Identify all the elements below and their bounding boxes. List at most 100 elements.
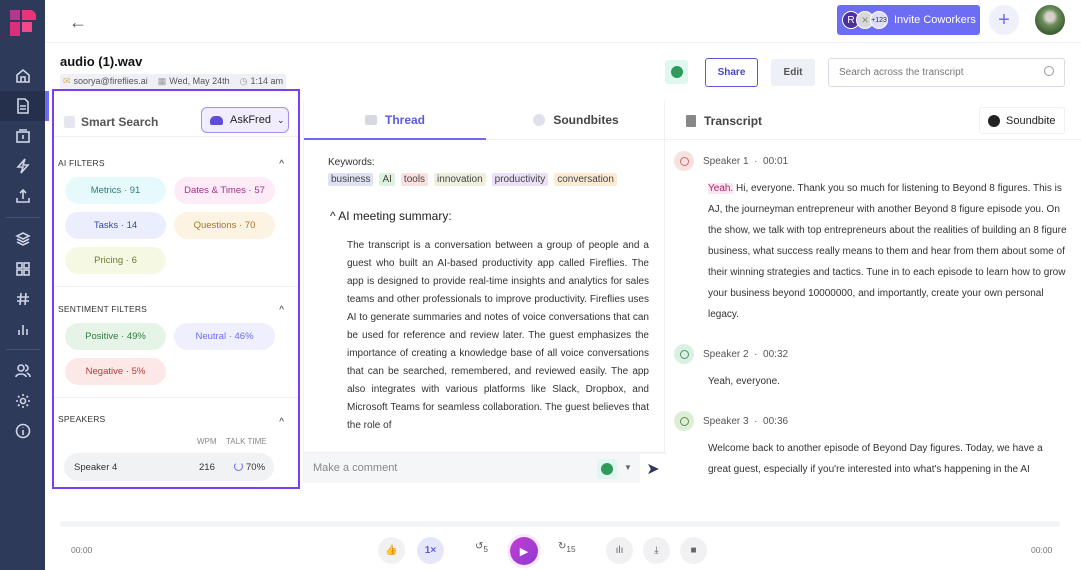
globe-icon[interactable] — [597, 459, 617, 479]
keyword-chip[interactable]: productivity — [491, 173, 549, 186]
filter-neutral[interactable]: Neutral · 46% — [174, 323, 275, 350]
notebook-icon[interactable] — [0, 91, 49, 121]
send-icon[interactable]: ➤ — [640, 454, 666, 483]
utterance-text: Hi, everyone. Thank you so much for list… — [708, 183, 1067, 320]
tab-thread-label: Thread — [384, 112, 425, 127]
back-arrow-icon[interactable]: ← — [69, 12, 87, 33]
filter-questions[interactable]: Questions · 70 — [174, 212, 275, 239]
settings-gear-icon[interactable] — [0, 386, 45, 416]
sidebar — [0, 0, 49, 570]
divider — [54, 286, 298, 287]
speaker-label[interactable]: Speaker 3 · 00:36 — [703, 416, 788, 427]
transcript-search-input[interactable]: Search across the transcript — [828, 58, 1065, 87]
edit-button[interactable]: Edit — [771, 59, 815, 86]
speaker-label[interactable]: Speaker 2 · 00:32 — [703, 349, 788, 360]
analytics-icon[interactable] — [0, 314, 45, 344]
current-time: 00:00 — [71, 545, 93, 555]
keyword-chip[interactable]: conversation — [554, 173, 617, 186]
meetings-icon[interactable] — [0, 121, 45, 151]
ai-filters-title: AI FILTERS — [58, 158, 105, 168]
filter-pricing[interactable]: Pricing · 6 — [65, 247, 166, 274]
upload-icon[interactable] — [0, 181, 45, 211]
askfred-label: AskFred — [230, 114, 271, 126]
document-icon — [686, 115, 696, 127]
share-button[interactable]: Share — [705, 58, 758, 87]
thumbs-up-icon[interactable]: 👍 — [378, 537, 405, 564]
comment-input[interactable]: Make a comment — [313, 462, 397, 474]
language-globe-button[interactable] — [665, 60, 688, 84]
clock-icon: ◷ — [239, 76, 248, 86]
comment-bar: Make a comment ▼ ➤ — [304, 452, 666, 483]
soundwave-icon[interactable]: ılı — [606, 537, 633, 564]
transcript-panel: Transcript Soundbite Speaker 1 · 00:01 Y… — [666, 101, 1081, 481]
apps-grid-icon[interactable] — [0, 254, 45, 284]
forward-label: 15 — [566, 544, 576, 554]
add-button[interactable]: + — [989, 5, 1019, 35]
utterance: Welcome back to another episode of Beyon… — [708, 443, 1043, 475]
download-icon[interactable]: ⤓ — [643, 537, 670, 564]
keyword-chip[interactable]: AI — [379, 173, 395, 186]
meeting-meta: ✉ soorya@fireflies.ai ▦ Wed, May 24th ◷ 1:1… — [60, 74, 286, 89]
filter-tasks[interactable]: Tasks · 14 — [65, 212, 166, 239]
info-icon[interactable] — [0, 416, 45, 446]
keyword-chip[interactable]: innovation — [434, 173, 486, 186]
filter-positive[interactable]: Positive · 49% — [65, 323, 166, 350]
divider — [6, 349, 40, 350]
collapse-sentiment-icon[interactable]: ^ — [279, 305, 284, 316]
rewind-5-icon[interactable]: ↺5 — [475, 541, 488, 554]
smart-search-icon — [64, 116, 75, 128]
delete-trash-icon[interactable]: ■ — [680, 537, 707, 564]
forward-15-icon[interactable]: ↻15 — [558, 541, 576, 554]
timestamp: 00:32 — [763, 349, 789, 360]
ai-summary-text: The transcript is a conversation between… — [347, 237, 649, 451]
filter-negative[interactable]: Negative · 5% — [65, 358, 166, 385]
invite-coworkers-label: Invite Coworkers — [894, 14, 976, 26]
thread-icon — [364, 114, 377, 125]
speaker-name: Speaker 4 — [74, 462, 118, 473]
team-icon[interactable] — [0, 356, 45, 386]
filter-dates-times[interactable]: Dates & Times · 57 — [174, 177, 275, 204]
ai-summary-heading[interactable]: ^ AI meeting summary: — [330, 209, 452, 223]
speaker-name: Speaker 3 — [703, 416, 749, 427]
collapse-ai-filters-icon[interactable]: ^ — [279, 159, 284, 170]
wpm-column-header: WPM — [197, 437, 217, 446]
collapse-speakers-icon[interactable]: ^ — [279, 417, 284, 428]
total-time: 00:00 — [1031, 545, 1053, 555]
speaker-label[interactable]: Speaker 1 · 00:01 — [703, 156, 788, 167]
divider — [6, 217, 40, 218]
smart-search-panel: Smart Search AskFred ⌄ AI FILTERS ^ Metr… — [52, 89, 300, 489]
fireflies-logo[interactable] — [10, 10, 36, 36]
caret-down-icon[interactable]: ▼ — [624, 463, 632, 472]
tab-thread[interactable]: Thread — [304, 101, 486, 140]
hashtag-icon[interactable] — [0, 284, 45, 314]
keyword-chip[interactable]: business — [328, 173, 374, 186]
soundbite-button[interactable]: Soundbite — [979, 107, 1065, 134]
timestamp: 00:36 — [763, 416, 789, 427]
lightning-icon[interactable] — [0, 151, 45, 181]
askfred-dropdown[interactable]: AskFred ⌄ — [201, 107, 289, 133]
talk-time-column-header: TALK TIME — [226, 437, 267, 446]
playback-speed-button[interactable]: 1× — [417, 537, 444, 564]
home-icon[interactable] — [0, 61, 45, 91]
filter-metrics[interactable]: Metrics · 91 — [65, 177, 166, 204]
speaker-row[interactable]: Speaker 4 216 70% — [64, 453, 274, 481]
search-placeholder: Search across the transcript — [839, 67, 964, 78]
smart-search-header: Smart Search AskFred ⌄ — [54, 101, 298, 137]
soundbite-label: Soundbite — [1006, 114, 1056, 127]
play-button[interactable]: ▶ — [510, 537, 538, 565]
speaker-avatar-icon — [674, 344, 694, 364]
utterance: Yeah, everyone. — [708, 376, 780, 387]
soundbite-icon — [988, 114, 1000, 127]
speaker-wpm: 216 — [199, 462, 215, 473]
highlighted-word[interactable]: Yeah. — [708, 183, 734, 194]
tab-soundbites[interactable]: Soundbites — [486, 101, 666, 140]
layers-icon[interactable] — [0, 224, 45, 254]
progress-bar[interactable] — [60, 521, 1060, 527]
keyword-chip[interactable]: tools — [400, 173, 429, 186]
invite-coworkers-button[interactable]: R ✕ +123 Invite Coworkers — [837, 5, 980, 35]
thread-panel: Thread Soundbites Keywords: business AI … — [303, 101, 666, 483]
globe-icon — [670, 66, 683, 78]
speaker-talk-time: 70% — [246, 462, 266, 473]
user-avatar[interactable] — [1035, 5, 1065, 35]
transcript-title-label: Transcript — [704, 114, 763, 128]
